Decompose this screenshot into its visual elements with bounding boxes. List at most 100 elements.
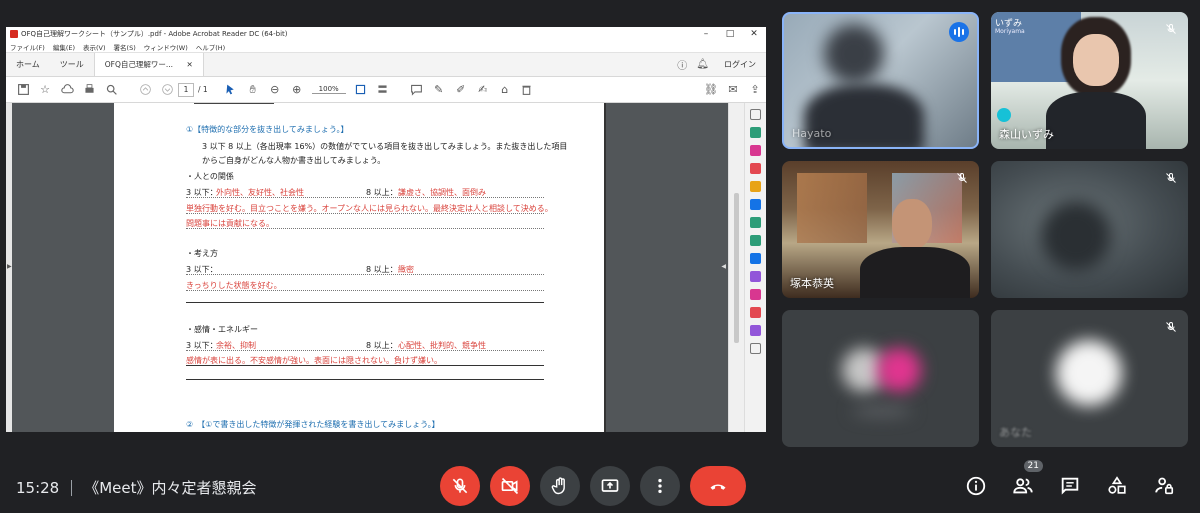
heading-2: ② 【①で書き出した特徴が発揮された経験を書き出してみましょう。】: [186, 420, 440, 429]
search-icon[interactable]: [100, 79, 122, 101]
page-up-icon[interactable]: [134, 79, 156, 101]
comment-icon[interactable]: [406, 79, 428, 101]
meet-control-bar: 15:28 《Meet》内々定者懇親会 21: [0, 460, 1200, 513]
scrollbar-thumb[interactable]: [734, 193, 739, 343]
camera-toggle-button[interactable]: [490, 466, 530, 506]
save-icon[interactable]: [12, 79, 34, 101]
participant-name: Hayato: [792, 127, 832, 140]
menu-window[interactable]: ウィンドウ(W): [144, 42, 188, 52]
hand-icon[interactable]: ✋︎: [242, 79, 264, 101]
zoom-select[interactable]: 100%: [311, 85, 346, 94]
bell-icon[interactable]: 🔔︎: [696, 59, 709, 70]
page-number-input[interactable]: 1: [178, 82, 194, 97]
cursor-icon[interactable]: [220, 79, 242, 101]
tab-document[interactable]: OFQ自己理解ワー... ✕: [93, 53, 204, 76]
present-icon: [601, 479, 619, 492]
redact-icon[interactable]: [750, 289, 761, 300]
acrobat-menubar: ファイル(F) 編集(E) 表示(V) 署名(S) ウィンドウ(W) ヘルプ(H…: [6, 41, 766, 52]
info-icon: [966, 476, 986, 496]
acrobat-toolbar: ☆ 1 / 1 ✋︎ ⊖ ⊕ 100% ✎ ✐ ✍︎ ⌂ ⛓︎ ✉︎ ⇪: [6, 77, 766, 103]
more-options-button[interactable]: [640, 466, 680, 506]
lock-person-icon: [1155, 477, 1174, 495]
menu-edit[interactable]: 編集(E): [53, 42, 75, 52]
mail-icon[interactable]: ✉︎: [722, 79, 744, 101]
mic-off-icon: [452, 478, 468, 494]
tab-home[interactable]: ホーム: [6, 53, 50, 76]
close-icon[interactable]: ✕: [742, 29, 766, 39]
participant-tile[interactable]: Hayato: [782, 12, 979, 149]
organize-pages-icon[interactable]: [750, 217, 761, 228]
cloud-upload-icon[interactable]: [56, 79, 78, 101]
vertical-scrollbar[interactable]: [728, 103, 744, 432]
highlight-icon[interactable]: ✐: [450, 79, 472, 101]
participant-tile[interactable]: [782, 310, 979, 447]
zoom-tool-icon[interactable]: [750, 109, 761, 120]
star-icon[interactable]: ☆: [34, 79, 56, 101]
activities-button[interactable]: [1101, 470, 1133, 502]
chat-button[interactable]: [1054, 470, 1086, 502]
tag-icon[interactable]: ⌂: [494, 79, 516, 101]
comment-tool-icon[interactable]: [750, 181, 761, 192]
participant-tile[interactable]: [991, 161, 1188, 298]
people-button[interactable]: 21: [1007, 460, 1043, 502]
left-panel-toggle[interactable]: ▶: [6, 103, 12, 432]
participant-tile[interactable]: 塚本恭英: [782, 161, 979, 298]
clock: 15:28: [16, 478, 60, 497]
upload-icon[interactable]: ⇪: [744, 79, 766, 101]
participant-tile[interactable]: あなた: [991, 310, 1188, 447]
share-link-icon[interactable]: ⛓︎: [700, 79, 722, 101]
mic-off-icon: [1162, 318, 1180, 336]
pen-icon[interactable]: ✎: [428, 79, 450, 101]
zoom-out-icon[interactable]: ⊖: [264, 79, 286, 101]
login-button[interactable]: ログイン: [724, 59, 756, 70]
participant-tile[interactable]: いずみ Moriyama 森山いずみ: [991, 12, 1188, 149]
mic-toggle-button[interactable]: [440, 466, 480, 506]
scroll-mode-icon[interactable]: [372, 79, 394, 101]
trash-icon[interactable]: [516, 79, 538, 101]
participant-name: あなた: [999, 426, 1032, 439]
meet-window: OFQ自己理解ワークシート（サンプル）.pdf - Adobe Acrobat …: [0, 0, 1200, 513]
export-pdf-icon[interactable]: [750, 163, 761, 174]
menu-file[interactable]: ファイル(F): [10, 42, 45, 52]
shared-screen: OFQ自己理解ワークシート（サンプル）.pdf - Adobe Acrobat …: [6, 27, 766, 432]
present-screen-button[interactable]: [590, 466, 630, 506]
more-vert-icon: [658, 478, 662, 494]
sign-icon[interactable]: ✍︎: [472, 79, 494, 101]
print-icon[interactable]: [78, 79, 100, 101]
host-controls-button[interactable]: [1148, 470, 1180, 502]
create-pdf-icon[interactable]: [750, 127, 761, 138]
fit-page-icon[interactable]: [350, 79, 372, 101]
participant-count-badge: 21: [1023, 460, 1043, 472]
help-icon[interactable]: ⓘ: [677, 57, 687, 72]
raise-hand-button[interactable]: [540, 466, 580, 506]
meeting-details-button[interactable]: [960, 470, 992, 502]
page-navigator: 1 / 1: [178, 82, 208, 97]
page-down-icon[interactable]: [156, 79, 178, 101]
zoom-in-icon[interactable]: ⊕: [286, 79, 308, 101]
right-panel-arrow[interactable]: ◀: [721, 263, 726, 270]
page-total: / 1: [198, 85, 208, 94]
collapse-pane-icon[interactable]: [750, 343, 761, 354]
acrobat-titlebar: OFQ自己理解ワークシート（サンプル）.pdf - Adobe Acrobat …: [6, 27, 766, 41]
tab-close-icon[interactable]: ✕: [186, 60, 192, 69]
tab-tools[interactable]: ツール: [50, 53, 94, 76]
section-relations-title: ・人との関係: [186, 172, 234, 181]
compress-icon[interactable]: [750, 307, 761, 318]
edit-pdf-icon[interactable]: [750, 145, 761, 156]
tab-document-label: OFQ自己理解ワー...: [104, 60, 174, 69]
window-title: OFQ自己理解ワークシート（サンプル）.pdf - Adobe Acrobat …: [21, 30, 288, 38]
menu-sign[interactable]: 署名(S): [114, 42, 136, 52]
scan-ocr-icon[interactable]: [750, 235, 761, 246]
menu-help[interactable]: ヘルプ(H): [196, 42, 225, 52]
participant-name: 塚本恭英: [790, 277, 834, 290]
minimize-icon[interactable]: –: [694, 29, 718, 39]
more-tools-icon[interactable]: [750, 325, 761, 336]
combine-files-icon[interactable]: [750, 199, 761, 210]
maximize-icon[interactable]: □: [718, 29, 742, 39]
leave-call-button[interactable]: [690, 466, 746, 506]
fill-sign-icon[interactable]: [750, 271, 761, 282]
protect-icon[interactable]: [750, 253, 761, 264]
chat-icon: [1061, 477, 1079, 495]
menu-view[interactable]: 表示(V): [83, 42, 106, 52]
document-viewport[interactable]: ▶ ①【特徴的な部分を抜き出してみましょう。】 3 以下 8 以上（各出現率 1…: [6, 103, 766, 432]
